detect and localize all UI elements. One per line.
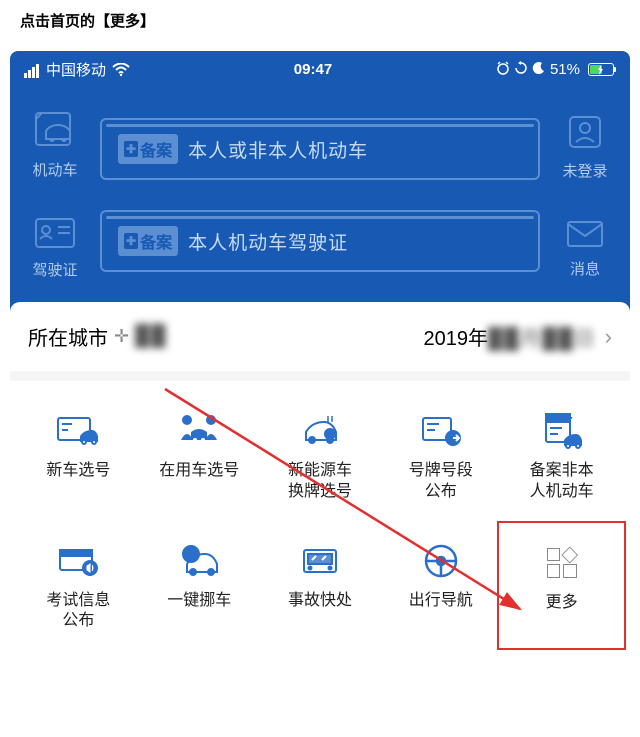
license-button[interactable]: 驾驶证 [32,215,78,280]
locate-icon: ✛ [114,326,129,347]
register-license-banner[interactable]: 备案 本人机动车驾驶证 [100,210,540,272]
vehicle-label: 机动车 [32,159,77,180]
grid-item-register-other[interactable]: 备 备案非本 人机动车 [501,411,622,503]
battery-icon [584,63,616,76]
grid-item-used-plate[interactable]: 在用车选号 [139,411,260,503]
wifi-icon [112,63,130,77]
status-time: 09:47 [294,61,332,78]
grid-label: 事故快处 [288,591,352,612]
grid-item-ev-plate[interactable]: 换 新能源车 换牌选号 [260,411,381,503]
message-label: 消息 [570,258,600,279]
steering-icon [417,541,465,581]
badge-icon: 备案 [118,134,178,164]
city-bar[interactable]: 所在城市 ✛ ██ 2019年 ██月██日 › [10,302,630,371]
register-vehicle-banner[interactable]: 备案 本人或非本人机动车 [100,118,540,180]
grid-item-exam-info[interactable]: 考试信息 公布 [18,541,139,633]
chevron-right-icon: › [605,324,612,350]
message-button[interactable]: 消息 [564,218,606,279]
ev-car-icon: 换 [296,411,344,451]
divider [10,371,630,381]
svg-text:备: 备 [564,414,571,423]
grid-label: 备案非本 人机动车 [530,461,594,503]
moon-icon [532,61,546,79]
hero-section: 机动车 驾驶证 备案 本人或非本人机动车 备案 本人机动车驾驶证 未登录 [10,88,630,322]
alarm-icon [496,61,510,79]
grid-item-accident[interactable]: 事故快处 [260,541,381,633]
sync-icon [514,61,528,79]
svg-text:换: 换 [326,430,333,439]
grid-label: 一键挪车 [167,591,231,612]
grid-label: 新能源车 换牌选号 [288,461,352,503]
grid-item-more[interactable]: 更多 [497,521,626,651]
services-grid: 新车选号 在用车选号 换 新能源车 换牌选号 号牌号段 公布 备 备案非本 人机… [10,381,630,672]
people-car-icon [175,411,223,451]
badge-icon: 备案 [118,226,178,256]
grid-item-navigation[interactable]: 出行导航 [380,541,501,633]
svg-text:挪: 挪 [187,549,196,560]
city-value: ██ [135,325,167,348]
phone-frame: 中国移动 09:47 51% [10,51,630,672]
plate-icon [54,411,102,451]
grid-label: 更多 [546,593,578,614]
doc-car-icon: 备 [538,411,586,451]
city-label: 所在城市 [28,322,108,351]
grid-label: 号牌号段 公布 [409,461,473,503]
move-car-icon: 挪 [175,541,223,581]
carrier-label: 中国移动 [46,59,106,80]
grid-label: 考试信息 公布 [46,591,110,633]
banner-text: 本人机动车驾驶证 [188,228,348,255]
vehicle-button[interactable]: 机动车 [32,111,78,180]
signal-icon [24,61,40,78]
grid-label: 出行导航 [409,591,473,612]
status-bar: 中国移动 09:47 51% [10,51,630,88]
grid-label: 在用车选号 [159,461,239,482]
instruction-text: 点击首页的【更多】 [0,0,640,41]
grid-label: 新车选号 [46,461,110,482]
date-prefix: 2019年 [423,322,488,351]
banner-text: 本人或非本人机动车 [188,136,368,163]
card-sound-icon [54,541,102,581]
more-icon [538,543,586,583]
battery-pct: 51% [550,61,580,78]
license-label: 驾驶证 [32,259,77,280]
login-button[interactable]: 未登录 [562,112,607,181]
grid-item-move-car[interactable]: 挪 一键挪车 [139,541,260,633]
date-rest: ██月██日 [488,322,597,351]
grid-item-plate-publish[interactable]: 号牌号段 公布 [380,411,501,503]
accident-icon [296,541,344,581]
grid-item-new-plate[interactable]: 新车选号 [18,411,139,503]
login-label: 未登录 [562,160,607,181]
announce-icon [417,411,465,451]
